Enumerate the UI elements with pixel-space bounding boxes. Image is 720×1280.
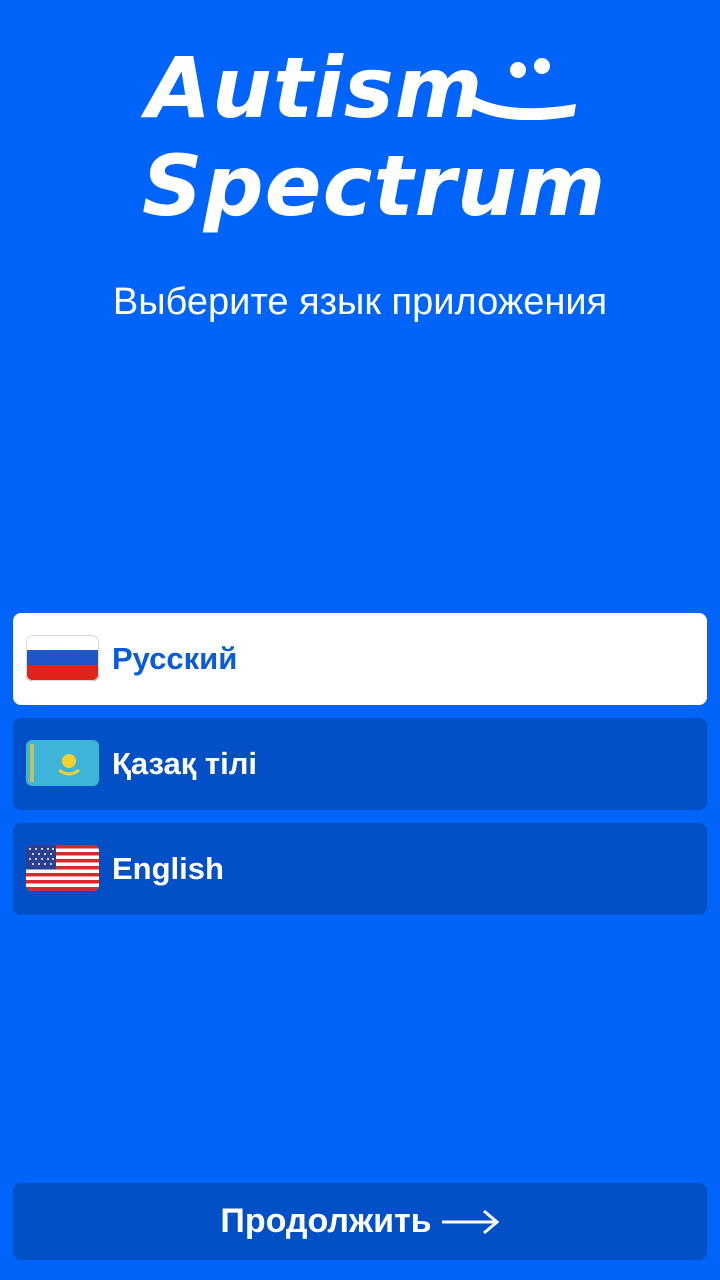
language-option-russian[interactable]: Русский (13, 613, 707, 705)
language-option-english[interactable]: English (13, 823, 707, 915)
russia-flag-icon (26, 635, 99, 681)
language-label: Қазақ тілі (112, 746, 258, 781)
continue-button[interactable]: Продолжить (13, 1183, 707, 1260)
logo-line-autism: Autism (146, 39, 484, 137)
page-subtitle: Выберите язык приложения (112, 281, 608, 323)
language-list: Русский Қазақ тілі English (13, 613, 707, 928)
continue-label: Продолжить (220, 1202, 432, 1240)
usa-flag-icon (26, 845, 99, 891)
language-label: English (112, 851, 224, 886)
logo-line-spectrum: Spectrum (142, 137, 607, 235)
language-option-kazakh[interactable]: Қазақ тілі (13, 718, 707, 810)
smiley-face-icon (468, 58, 576, 120)
app-logo: Autism Spectrum (140, 39, 605, 240)
language-label: Русский (112, 641, 238, 676)
arrow-right-icon (441, 1209, 499, 1234)
language-select-screen: Autism Spectrum Выберите язык приложения… (0, 0, 720, 1280)
kazakhstan-flag-icon (26, 740, 99, 786)
